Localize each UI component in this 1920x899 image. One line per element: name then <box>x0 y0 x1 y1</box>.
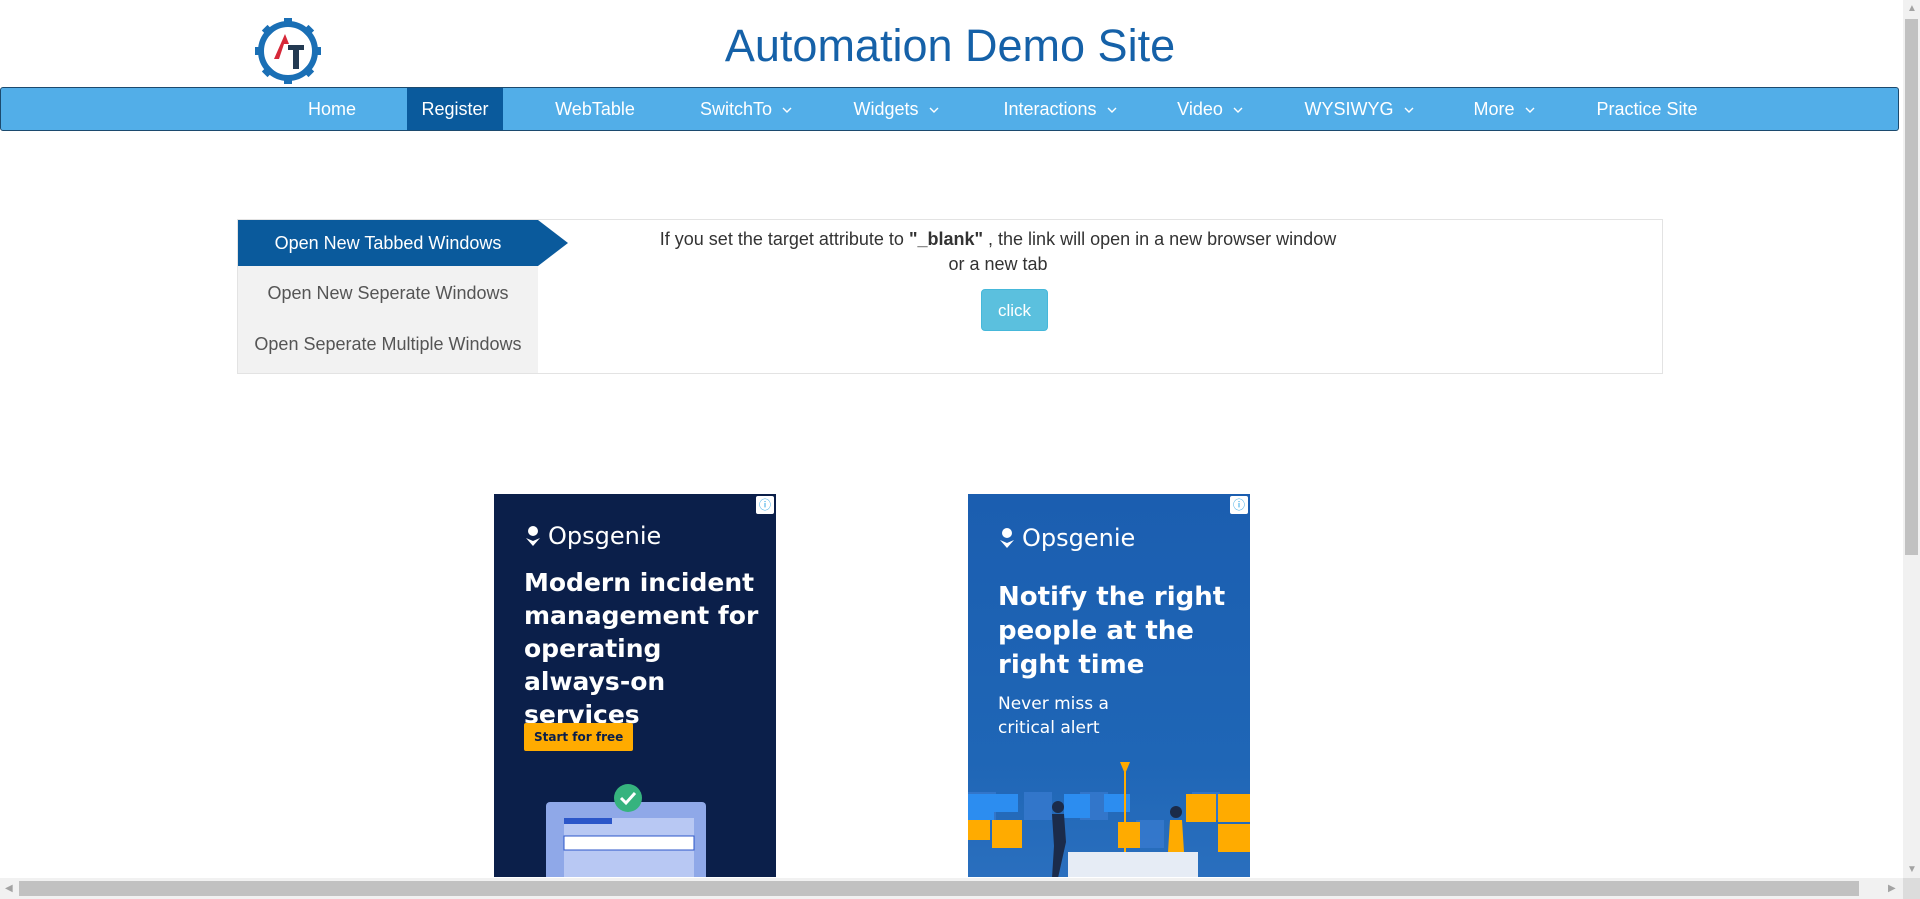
ad-headline: Notify the right people at the right tim… <box>998 582 1226 680</box>
nav-label: Video <box>1177 99 1223 119</box>
ad-illustration <box>546 784 706 877</box>
ad-brand-name: Opsgenie <box>548 522 662 550</box>
nav-label: More <box>1473 99 1515 119</box>
nav-label: Widgets <box>853 99 919 119</box>
vertical-scrollbar[interactable]: ▲ ▼ <box>1903 0 1920 878</box>
chevron-down-icon <box>929 107 939 114</box>
chevron-down-icon <box>1525 107 1534 114</box>
opsgenie-logo-icon <box>526 526 540 546</box>
scroll-right-icon[interactable]: ▶ <box>1888 883 1896 894</box>
nav-label: Register <box>421 99 489 119</box>
nav-webtable[interactable]: WebTable <box>541 88 649 130</box>
ad-cta-button[interactable]: Start for free <box>524 723 634 751</box>
desc-line-2: or a new tab <box>948 254 1048 274</box>
chevron-down-icon <box>1404 107 1413 114</box>
chevron-down-icon <box>1107 107 1117 114</box>
nav-label: Practice Site <box>1596 99 1698 119</box>
site-title: Automation Demo Site <box>724 20 1176 71</box>
opsgenie-logo-icon <box>1000 528 1014 548</box>
ad-headline: Modern incident management for operating… <box>524 568 759 729</box>
ad-banner-1[interactable]: ⓘ Opsgenie Modern incident management fo… <box>494 494 776 877</box>
tab-open-new-seperate-windows[interactable]: Open New Seperate Windows <box>238 270 538 316</box>
nav-register[interactable]: Register <box>407 88 503 130</box>
horizontal-scrollbar[interactable]: ◀ ▶ <box>0 878 1903 899</box>
scroll-up-icon[interactable]: ▲ <box>1907 3 1917 14</box>
nav-label: WYSIWYG <box>1304 99 1394 119</box>
vertical-scroll-thumb[interactable] <box>1905 19 1918 555</box>
desc-bold: "_blank" <box>908 229 984 249</box>
ad-banner-2[interactable]: ⓘ Opsgenie Notify the right people at th… <box>968 494 1250 877</box>
ad-illustration <box>968 762 1250 877</box>
scroll-left-icon[interactable]: ◀ <box>5 883 13 894</box>
windows-tab-panel: Open New Tabbed Windows Open New Seperat… <box>237 219 1663 374</box>
nav-more[interactable]: More <box>1461 88 1547 130</box>
nav-interactions[interactable]: Interactions <box>991 88 1129 130</box>
nav-widgets[interactable]: Widgets <box>837 88 955 130</box>
tab-content: If you set the target attribute to "_bla… <box>538 220 1662 373</box>
chevron-down-icon <box>1233 107 1243 114</box>
desc-text-2: , the link will open in a new browser wi… <box>983 229 1337 249</box>
nav-switchto[interactable]: SwitchTo <box>685 88 807 130</box>
nav-label: WebTable <box>555 99 635 119</box>
nav-label: Home <box>307 99 356 119</box>
chevron-down-icon <box>782 107 792 114</box>
ad-brand: Opsgenie <box>524 522 661 550</box>
desc-text: If you set the target attribute to <box>659 229 909 249</box>
tab-open-seperate-multiple-windows[interactable]: Open Seperate Multiple Windows <box>238 321 538 367</box>
tab-list: Open New Tabbed Windows Open New Seperat… <box>238 220 538 373</box>
click-button[interactable]: click <box>981 289 1048 331</box>
tab-open-new-tabbed-windows[interactable]: Open New Tabbed Windows <box>238 220 538 266</box>
nav-label: SwitchTo <box>699 99 773 119</box>
scroll-down-icon[interactable]: ▼ <box>1907 864 1917 875</box>
nav-home[interactable]: Home <box>293 88 371 130</box>
nav-wysiwyg[interactable]: WYSIWYG <box>1295 88 1423 130</box>
scrollbar-corner <box>1903 878 1920 899</box>
nav-practice-site[interactable]: Practice Site <box>1585 88 1709 130</box>
ad-brand-name: Opsgenie <box>1022 524 1136 552</box>
info-icon[interactable]: ⓘ <box>1230 496 1248 514</box>
nav-label: Interactions <box>1003 99 1097 119</box>
tab-description: If you set the target attribute to "_bla… <box>658 227 1338 277</box>
horizontal-scroll-thumb[interactable] <box>19 881 1859 896</box>
ad-subtext: Never miss a critical alert <box>998 694 1109 738</box>
nav-video[interactable]: Video <box>1163 88 1257 130</box>
main-navbar: Home Register WebTable SwitchTo Widgets … <box>0 87 1899 131</box>
ad-brand: Opsgenie <box>998 524 1135 552</box>
info-icon[interactable]: ⓘ <box>756 496 774 514</box>
